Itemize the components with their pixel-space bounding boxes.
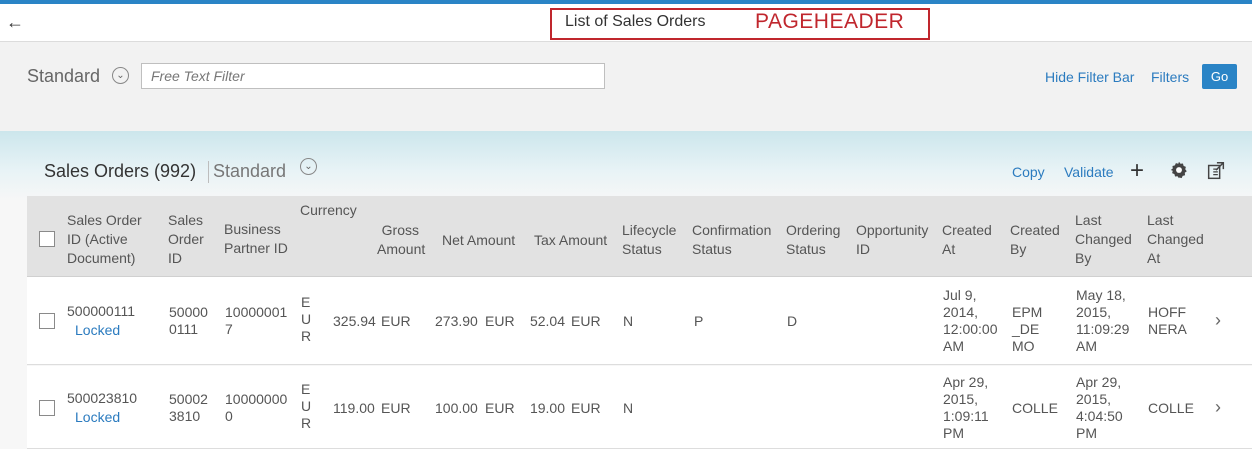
table-row[interactable]: 500000111 Locked 500000111 100000017 EUR… bbox=[27, 277, 1252, 365]
last-changed-by-cell: May 18, 2015, 11:09:29 AM bbox=[1076, 287, 1130, 354]
created-by-cell: COLLE bbox=[1012, 400, 1058, 416]
gross-amount-cell: 119.00 bbox=[333, 400, 375, 416]
net-currency-cell: EUR bbox=[485, 400, 515, 416]
net-amount-cell: 100.00 bbox=[435, 400, 478, 416]
hide-filter-bar-link[interactable]: Hide Filter Bar bbox=[1045, 69, 1134, 85]
last-changed-by-cell: Apr 29, 2015, 4:04:50 PM bbox=[1076, 374, 1123, 441]
table-area: Sales Orders (992) Standard ⌄ Copy Valid… bbox=[0, 131, 1252, 449]
pageheader-annotation: PAGEHEADER bbox=[755, 10, 905, 33]
filter-variant-label[interactable]: Standard bbox=[27, 66, 100, 87]
go-button[interactable]: Go bbox=[1202, 64, 1237, 89]
chevron-right-icon[interactable]: › bbox=[1215, 311, 1221, 329]
sales-order-id-cell: 500000111 bbox=[169, 304, 208, 337]
tax-amount-cell: 52.04 bbox=[529, 313, 565, 329]
currency-cell: EUR bbox=[301, 294, 312, 344]
column-header-currency[interactable]: Currency bbox=[300, 201, 357, 220]
filters-link[interactable]: Filters bbox=[1151, 69, 1189, 85]
gross-currency-cell: EUR bbox=[381, 313, 411, 329]
tax-amount-cell: 19.00 bbox=[529, 400, 565, 416]
net-currency-cell: EUR bbox=[485, 313, 515, 329]
column-header-lifecycle-status[interactable]: Lifecycle Status bbox=[622, 221, 682, 259]
plus-icon[interactable]: + bbox=[1130, 158, 1144, 184]
gross-amount-cell: 325.94 bbox=[333, 313, 376, 329]
free-text-filter-input[interactable] bbox=[141, 63, 605, 89]
column-header-created-at[interactable]: Created At bbox=[942, 221, 1002, 259]
table-variant-label[interactable]: Standard bbox=[213, 161, 286, 182]
column-header-sales-order-id[interactable]: Sales Order ID bbox=[168, 211, 210, 268]
created-by-cell: EPM_DEMO bbox=[1012, 304, 1043, 354]
column-header-gross-amount[interactable]: Gross Amount bbox=[377, 221, 425, 259]
column-header-confirmation-status[interactable]: Confirmation Status bbox=[692, 221, 776, 259]
filter-bar: Standard ⌄ Hide Filter Bar Filters Go bbox=[0, 43, 1252, 131]
table-title: Sales Orders (992) bbox=[44, 161, 197, 181]
sales-order-id-active-cell: 500000111 bbox=[67, 303, 135, 319]
column-header-opportunity-id[interactable]: Opportunity ID bbox=[856, 221, 934, 259]
page-title: List of Sales Orders bbox=[565, 13, 706, 30]
shell-bar: ← List of Sales Orders PAGEHEADER bbox=[0, 4, 1252, 42]
back-arrow-icon[interactable]: ← bbox=[4, 11, 26, 33]
table-row[interactable]: 500023810 Locked 500023810 100000000 EUR… bbox=[27, 366, 1252, 449]
column-header-last-changed-at[interactable]: Last Changed At bbox=[1147, 211, 1209, 268]
title-separator bbox=[208, 161, 209, 183]
sales-order-id-active-cell: 500023810 bbox=[67, 390, 138, 406]
column-header-tax-amount[interactable]: Tax Amount bbox=[534, 231, 617, 250]
lock-status-link[interactable]: Locked bbox=[75, 322, 135, 339]
column-header-business-partner-id[interactable]: Business Partner ID bbox=[224, 220, 288, 258]
gross-currency-cell: EUR bbox=[381, 400, 411, 416]
validate-button[interactable]: Validate bbox=[1064, 164, 1114, 180]
row-select-checkbox[interactable] bbox=[39, 313, 55, 329]
net-amount-cell: 273.90 bbox=[435, 313, 478, 329]
row-select-checkbox[interactable] bbox=[39, 400, 55, 416]
chevron-down-circle-icon[interactable]: ⌄ bbox=[112, 67, 129, 84]
ordering-status-cell: D bbox=[787, 313, 798, 329]
copy-button[interactable]: Copy bbox=[1012, 164, 1045, 180]
last-changed-at-cell: COLLE bbox=[1148, 400, 1194, 416]
column-header-created-by[interactable]: Created By bbox=[1010, 221, 1065, 259]
select-all-checkbox[interactable] bbox=[39, 231, 55, 247]
business-partner-id-cell: 100000000 bbox=[225, 391, 288, 424]
tax-currency-cell: EUR bbox=[571, 400, 601, 416]
chevron-down-circle-icon[interactable]: ⌄ bbox=[300, 158, 317, 175]
column-header-ordering-status[interactable]: Ordering Status bbox=[786, 221, 844, 259]
currency-cell: EUR bbox=[301, 381, 312, 431]
business-partner-id-cell: 100000017 bbox=[225, 304, 288, 337]
chevron-right-icon[interactable]: › bbox=[1215, 398, 1221, 416]
column-header-last-changed-by[interactable]: Last Changed By bbox=[1075, 211, 1137, 268]
gear-icon[interactable] bbox=[1168, 159, 1190, 181]
confirmation-status-cell: P bbox=[694, 313, 704, 329]
created-at-cell: Jul 9, 2014, 12:00:00 AM bbox=[943, 287, 998, 354]
lifecycle-status-cell: N bbox=[623, 400, 634, 416]
table-header-row: Sales Order ID (Active Document) Sales O… bbox=[27, 196, 1252, 277]
lock-status-link[interactable]: Locked bbox=[75, 409, 135, 426]
sales-orders-table-card: Sales Orders (992) Standard ⌄ Copy Valid… bbox=[27, 149, 1252, 449]
lifecycle-status-cell: N bbox=[623, 313, 634, 329]
column-header-net-amount[interactable]: Net Amount bbox=[442, 231, 520, 250]
tax-currency-cell: EUR bbox=[571, 313, 601, 329]
export-icon[interactable] bbox=[1205, 160, 1227, 182]
last-changed-at-cell: HOFFNERA bbox=[1148, 304, 1187, 337]
column-header-sales-order-id-active[interactable]: Sales Order ID (Active Document) bbox=[67, 211, 155, 268]
sales-order-id-cell: 500023810 bbox=[169, 391, 208, 424]
created-at-cell: Apr 29, 2015, 1:09:11 PM bbox=[943, 374, 989, 441]
